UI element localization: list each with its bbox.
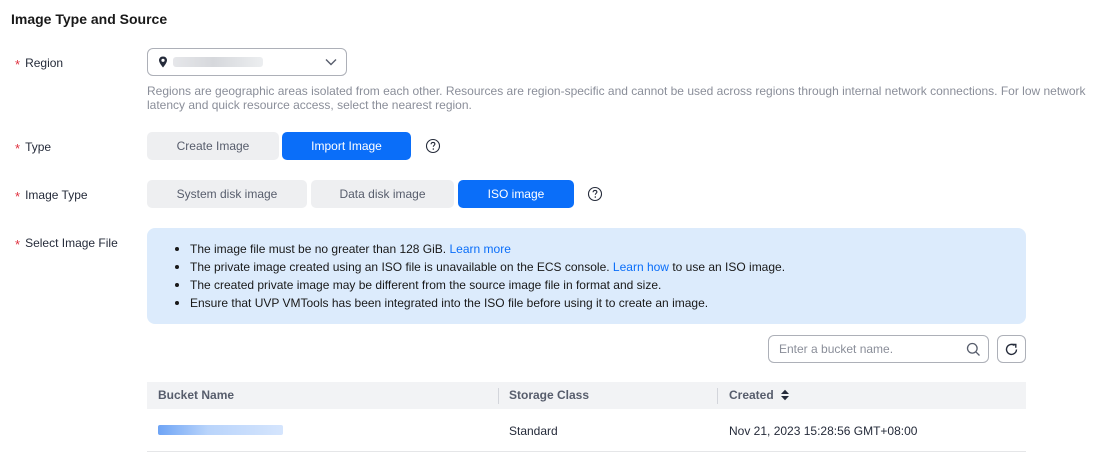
bucket-name-link[interactable] (158, 425, 283, 435)
info-note-item: The created private image may be differe… (173, 276, 1026, 294)
table-row: Standard Nov 21, 2023 15:28:56 GMT+08:00 (147, 410, 1026, 452)
help-question-icon[interactable] (425, 138, 441, 154)
location-pin-icon (159, 56, 167, 68)
created-cell: Nov 21, 2023 15:28:56 GMT+08:00 (729, 424, 918, 438)
info-note-item: Ensure that UVP VMTools has been integra… (173, 294, 1026, 312)
image-type-label: * Image Type (15, 187, 88, 205)
required-asterisk: * (15, 189, 21, 204)
data-disk-image-button[interactable]: Data disk image (311, 180, 454, 208)
column-divider (498, 388, 499, 404)
region-help-text: Regions are geographic areas isolated fr… (147, 84, 1086, 112)
region-value (173, 57, 263, 67)
help-question-icon[interactable] (587, 186, 603, 202)
image-type-label-text: Image Type (25, 187, 88, 202)
info-note-item: The private image created using an ISO f… (173, 258, 1026, 276)
bucket-search-input[interactable] (779, 342, 959, 356)
region-label: * Region (15, 55, 64, 73)
type-label-text: Type (25, 139, 52, 154)
system-disk-image-button[interactable]: System disk image (147, 180, 307, 208)
learn-how-link[interactable]: Learn how (613, 260, 669, 274)
storage-class-cell: Standard (509, 424, 558, 438)
chevron-down-icon (325, 59, 337, 66)
create-image-button[interactable]: Create Image (147, 132, 279, 160)
search-icon[interactable] (966, 342, 981, 357)
info-note-item: The image file must be no greater than 1… (173, 240, 1026, 258)
required-asterisk: * (15, 237, 21, 252)
required-asterisk: * (15, 57, 21, 72)
column-header-created[interactable]: Created (729, 382, 790, 409)
region-select[interactable] (147, 48, 347, 76)
required-asterisk: * (15, 141, 21, 156)
column-header-storage-class: Storage Class (509, 388, 590, 402)
refresh-icon (1005, 343, 1018, 355)
sort-icon[interactable] (780, 389, 790, 401)
column-divider (717, 388, 718, 404)
section-title: Image Type and Source (11, 11, 168, 27)
select-image-file-label: * Select Image File (15, 235, 118, 253)
bucket-search (768, 335, 989, 363)
refresh-button[interactable] (997, 335, 1026, 363)
bucket-table-header: Bucket Name Storage Class Created (147, 382, 1026, 409)
type-label: * Type (15, 139, 52, 157)
column-header-bucket-name: Bucket Name (158, 388, 235, 402)
learn-more-link[interactable]: Learn more (450, 242, 511, 256)
select-image-file-label-text: Select Image File (25, 235, 118, 250)
import-image-button[interactable]: Import Image (282, 132, 411, 160)
iso-image-button[interactable]: ISO image (458, 180, 574, 208)
info-notice-box: The image file must be no greater than 1… (147, 228, 1026, 324)
region-label-text: Region (25, 55, 64, 70)
